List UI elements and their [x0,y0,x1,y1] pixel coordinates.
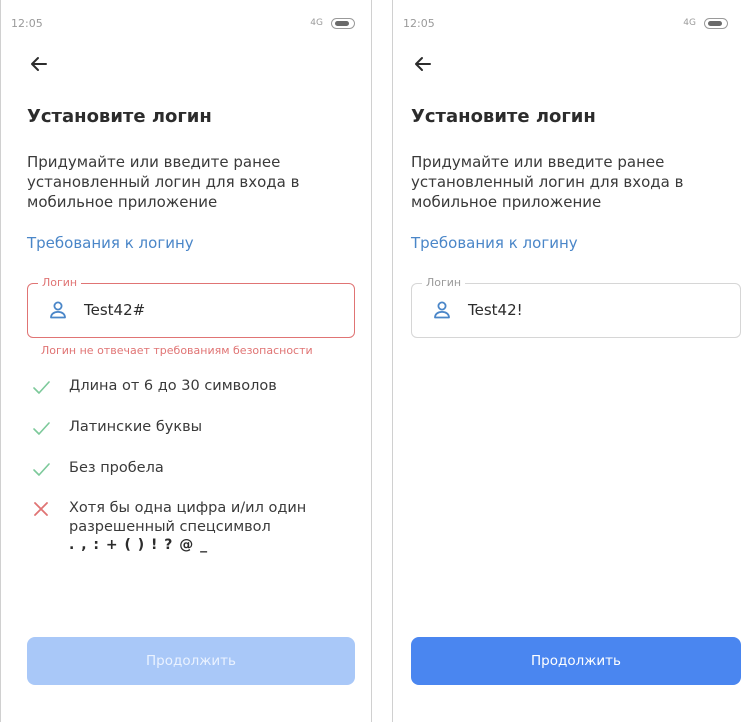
battery-icon [704,18,728,29]
status-time: 12:05 [403,17,435,30]
back-arrow-icon[interactable] [27,52,51,76]
rule-text: Латинские буквы [69,419,203,435]
signal-icon: 4G [310,18,323,28]
signal-icon: 4G [683,18,696,28]
battery-icon [331,18,355,29]
login-field-label: Логин [38,276,82,289]
login-field-value[interactable]: Test42# [84,301,145,319]
login-field-label: Логин [422,276,466,289]
continue-button[interactable]: Продолжить [27,637,355,685]
status-bar: 12:05 4G [393,0,744,30]
continue-button[interactable]: Продолжить [411,637,741,685]
rule-text: Без пробела [69,460,164,476]
page-description: Придумайте или введите ранее установленн… [27,153,300,211]
login-field[interactable]: Логин Test42! [411,276,741,338]
divider-gap [372,0,392,722]
page-title: Установите логин [411,106,596,127]
status-bar: 12:05 4G [1,0,371,30]
page-description: Придумайте или введите ранее установленн… [411,153,684,211]
login-field[interactable]: Логин Test42# [27,276,355,338]
check-icon [33,381,50,394]
cross-icon [34,502,48,516]
rule-text: Хотя бы одна цифра и/ил один разрешенный… [69,500,307,535]
user-icon [50,301,66,319]
login-field-value[interactable]: Test42! [468,301,523,319]
status-time: 12:05 [11,17,43,30]
back-arrow-icon[interactable] [411,52,435,76]
check-icon [33,422,50,435]
allowed-symbols: . , : + ( ) ! ? @ _ [69,537,209,553]
phone-screen-error: 12:05 4G Установите логин Придумайте или… [0,0,372,722]
phone-screen-valid: 12:05 4G Установите логин Придумайте или… [392,0,744,722]
rule-text: Длина от 6 до 30 символов [69,378,277,394]
requirements-link[interactable]: Требования к логину [27,234,194,252]
requirements-link[interactable]: Требования к логину [411,234,578,252]
page-title: Установите логин [27,106,212,127]
user-icon [434,301,450,319]
check-icon [33,463,50,476]
login-error-message: Логин не отвечает требованиям безопаснос… [41,344,313,357]
